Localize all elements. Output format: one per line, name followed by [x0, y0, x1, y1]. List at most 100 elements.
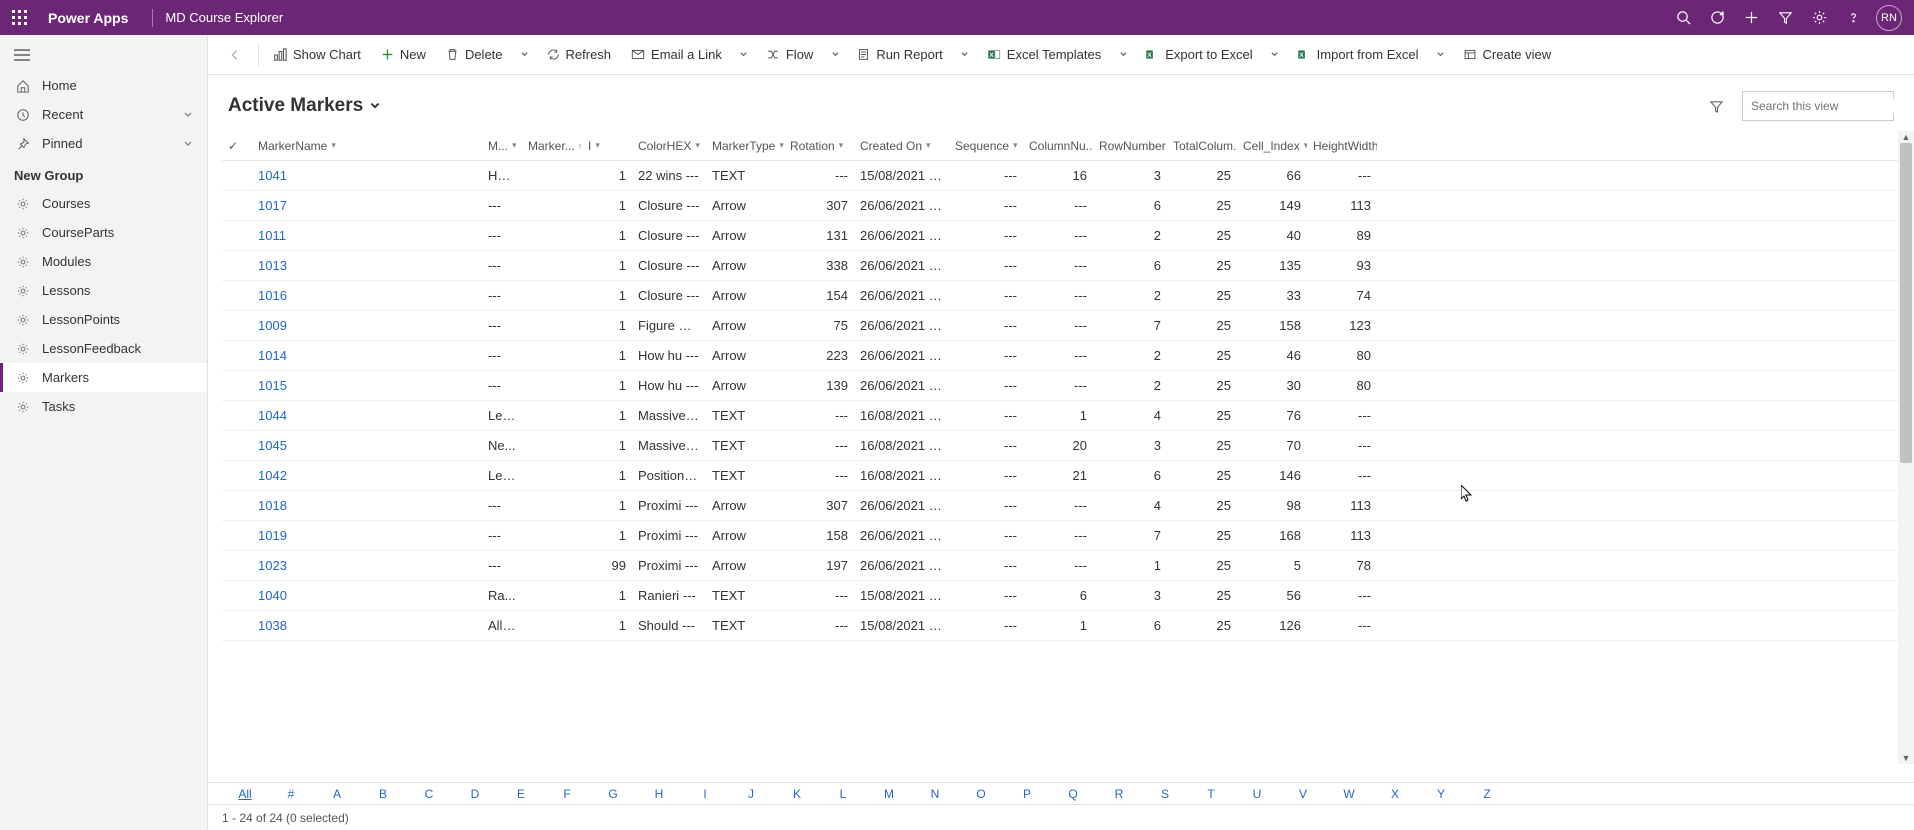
alpha-#[interactable]: # [268, 787, 314, 801]
alpha-k[interactable]: K [774, 787, 820, 801]
scroll-down-icon[interactable]: ▼ [1898, 752, 1914, 764]
report-dropdown[interactable] [953, 35, 977, 75]
table-row[interactable]: 1040Ra...1Ranieri ---TEXT---15/08/2021 1… [222, 581, 1900, 611]
alpha-b[interactable]: B [360, 787, 406, 801]
cell-colorhex[interactable]: Closure --- [632, 288, 706, 303]
excel-templates-button[interactable]: XExcel Templates [977, 35, 1111, 75]
cell-markername[interactable]: 1045 [252, 438, 482, 453]
cell-colorhex[interactable]: How hu --- [632, 348, 706, 363]
cell-markername[interactable]: 1016 [252, 288, 482, 303]
col-markertype[interactable]: MarkerType▾ [706, 139, 784, 153]
alpha-h[interactable]: H [636, 787, 682, 801]
help-icon[interactable] [1836, 0, 1870, 35]
sidebar-item-lessonfeedback[interactable]: LessonFeedback [0, 334, 207, 363]
col-rownumber[interactable]: RowNumber▾ [1093, 139, 1167, 153]
user-avatar[interactable]: RN [1876, 5, 1902, 31]
col-columnnum[interactable]: ColumnNu...▾ [1023, 139, 1093, 153]
table-row[interactable]: 1014---1How hu ---Arrow22326/06/2021 1..… [222, 341, 1900, 371]
vertical-scrollbar[interactable]: ▲ ▼ [1898, 131, 1914, 764]
table-row[interactable]: 1044Lei...1Massive ---TEXT---16/08/2021 … [222, 401, 1900, 431]
cell-colorhex[interactable]: Proximi --- [632, 528, 706, 543]
export-excel-button[interactable]: XExport to Excel [1135, 35, 1262, 75]
table-row[interactable]: 1013---1Closure ---Arrow33826/06/2021 1.… [222, 251, 1900, 281]
cell-markername[interactable]: 1023 [252, 558, 482, 573]
cell-colorhex[interactable]: Closure --- [632, 228, 706, 243]
cell-markername[interactable]: 1009 [252, 318, 482, 333]
col-cellindex[interactable]: Cell_Index▾ [1237, 139, 1307, 153]
table-row[interactable]: 1038All ...1Should ---TEXT---15/08/2021 … [222, 611, 1900, 641]
delete-dropdown[interactable] [513, 35, 537, 75]
alpha-m[interactable]: M [866, 787, 912, 801]
alpha-a[interactable]: A [314, 787, 360, 801]
chevron-down-icon[interactable]: ▾ [512, 140, 517, 151]
chevron-down-icon[interactable]: ▾ [839, 140, 844, 151]
brand-label[interactable]: Power Apps [48, 10, 128, 26]
alpha-r[interactable]: R [1096, 787, 1142, 801]
sidebar-pinned[interactable]: Pinned [0, 129, 207, 158]
cell-colorhex[interactable]: Figure C --- [632, 318, 706, 333]
cell-colorhex[interactable]: How hu --- [632, 378, 706, 393]
cell-colorhex[interactable]: Closure --- [632, 198, 706, 213]
excel-tpl-dropdown[interactable] [1111, 35, 1135, 75]
delete-button[interactable]: Delete [436, 35, 513, 75]
table-row[interactable]: 1045Ne...1Massive ---TEXT---16/08/2021 0… [222, 431, 1900, 461]
col-marker[interactable]: Marker...↑▾ [522, 139, 582, 153]
target-icon[interactable] [1700, 0, 1734, 35]
alpha-c[interactable]: C [406, 787, 452, 801]
waffle-icon[interactable] [12, 10, 28, 26]
search-icon[interactable] [1666, 0, 1700, 35]
cell-markername[interactable]: 1013 [252, 258, 482, 273]
alpha-v[interactable]: V [1280, 787, 1326, 801]
import-excel-button[interactable]: XImport from Excel [1287, 35, 1429, 75]
new-button[interactable]: New [371, 35, 436, 75]
cell-colorhex[interactable]: Proximi --- [632, 498, 706, 513]
view-title[interactable]: Active Markers [228, 95, 363, 117]
cell-markername[interactable]: 1015 [252, 378, 482, 393]
table-row[interactable]: 1041He'...122 wins ---TEXT---15/08/2021 … [222, 161, 1900, 191]
show-chart-button[interactable]: Show Chart [263, 35, 371, 75]
chevron-down-icon[interactable]: ▾ [595, 140, 600, 151]
app-name[interactable]: MD Course Explorer [165, 10, 283, 25]
sidebar-item-courses[interactable]: Courses [0, 189, 207, 218]
cell-markername[interactable]: 1018 [252, 498, 482, 513]
table-row[interactable]: 1009---1Figure C ---Arrow7526/06/2021 1.… [222, 311, 1900, 341]
scroll-up-icon[interactable]: ▲ [1898, 131, 1914, 143]
alpha-o[interactable]: O [958, 787, 1004, 801]
alpha-w[interactable]: W [1326, 787, 1372, 801]
chevron-down-icon[interactable]: ▾ [926, 140, 931, 151]
col-markername[interactable]: MarkerName▾ [252, 139, 482, 153]
cell-colorhex[interactable]: 22 wins --- [632, 168, 706, 183]
cell-markername[interactable]: 1042 [252, 468, 482, 483]
alpha-e[interactable]: E [498, 787, 544, 801]
filter-icon[interactable] [1709, 99, 1724, 114]
alpha-j[interactable]: J [728, 787, 774, 801]
cell-markername[interactable]: 1019 [252, 528, 482, 543]
col-sequence[interactable]: Sequence▾ [949, 139, 1023, 153]
view-dropdown[interactable] [369, 100, 381, 112]
table-row[interactable]: 1016---1Closure ---Arrow15426/06/2021 1.… [222, 281, 1900, 311]
chevron-down-icon[interactable]: ▾ [331, 140, 336, 151]
refresh-button[interactable]: Refresh [537, 35, 622, 75]
col-heightwidth[interactable]: HeightWidth▾ [1307, 139, 1377, 153]
sidebar-toggle[interactable] [0, 39, 207, 71]
scroll-thumb[interactable] [1900, 143, 1912, 463]
alpha-s[interactable]: S [1142, 787, 1188, 801]
search-input[interactable] [1751, 99, 1906, 113]
alpha-p[interactable]: P [1004, 787, 1050, 801]
cell-colorhex[interactable]: Proximi --- [632, 558, 706, 573]
back-button[interactable] [216, 48, 254, 62]
alpha-d[interactable]: D [452, 787, 498, 801]
table-row[interactable]: 1015---1How hu ---Arrow13926/06/2021 1..… [222, 371, 1900, 401]
export-dropdown[interactable] [1263, 35, 1287, 75]
cell-colorhex[interactable]: Closure --- [632, 258, 706, 273]
alpha-g[interactable]: G [590, 787, 636, 801]
cell-markername[interactable]: 1014 [252, 348, 482, 363]
sidebar-item-lessonpoints[interactable]: LessonPoints [0, 305, 207, 334]
cell-colorhex[interactable]: Massive --- [632, 438, 706, 453]
cell-colorhex[interactable]: Ranieri --- [632, 588, 706, 603]
chevron-down-icon[interactable]: ▾ [1013, 140, 1018, 151]
run-report-button[interactable]: Run Report [847, 35, 952, 75]
col-colorhex[interactable]: ColorHEX▾ [632, 139, 706, 153]
add-icon[interactable] [1734, 0, 1768, 35]
cell-markername[interactable]: 1038 [252, 618, 482, 633]
